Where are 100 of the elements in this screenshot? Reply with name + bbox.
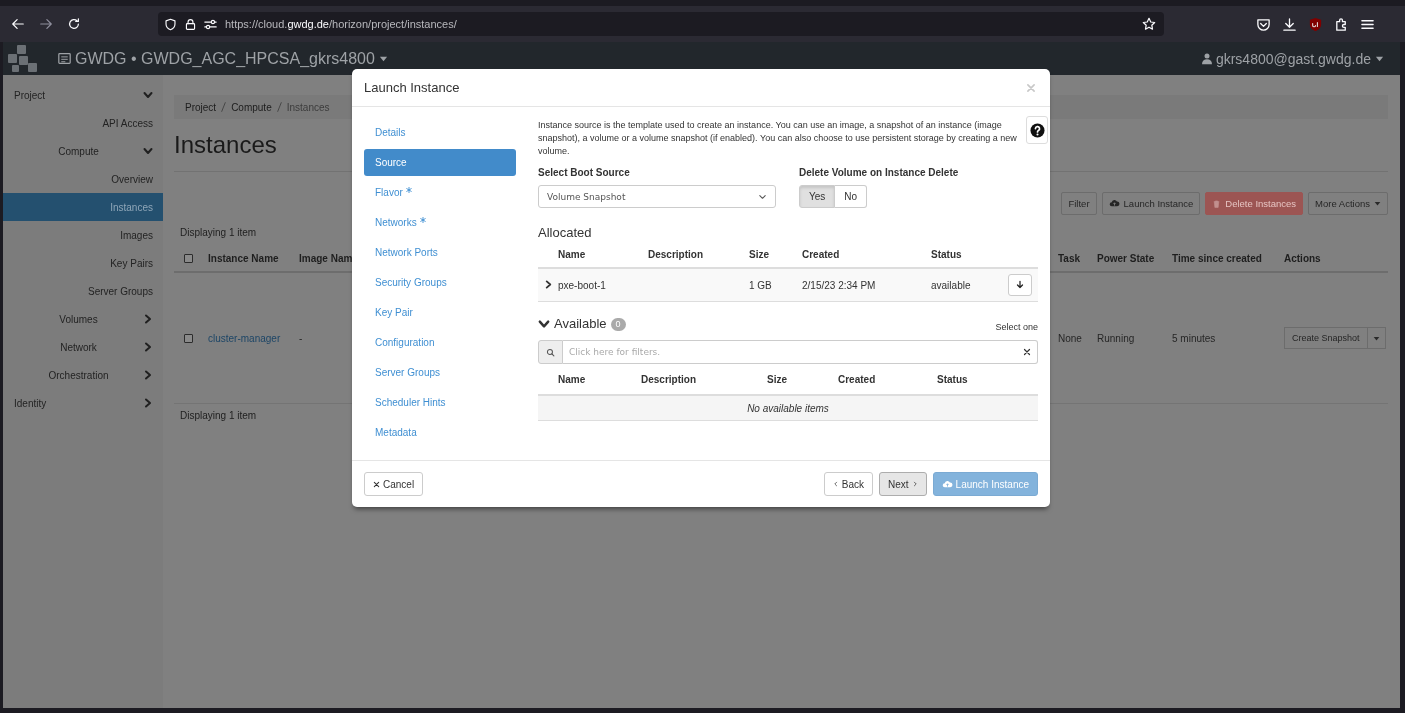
wizard-step[interactable]: Flavor [364,179,516,206]
address-bar[interactable]: https://cloud.gwdg.de/horizon/project/instances/ [158,12,1164,36]
back-arrow-icon[interactable] [11,17,25,31]
trash-icon [1212,198,1222,209]
project-menu[interactable]: GWDG • GWDG_AGC_HPCSA_gkrs4800 [58,49,388,68]
table-cell: None [1058,332,1082,344]
section-title: Available [554,316,607,332]
caret-icon [1374,200,1381,207]
toggle-option[interactable]: No [835,185,868,208]
section-title: Allocated [538,225,593,241]
reload-icon[interactable] [67,17,81,31]
column-header: Status [931,248,963,260]
column-header: Power State [1097,252,1155,264]
column-header: Name [558,373,587,385]
help-button[interactable] [1026,116,1048,144]
sidebar-section[interactable]: Project [3,81,163,109]
star-icon[interactable] [1142,17,1156,31]
wizard-step[interactable]: Server Groups [364,359,516,386]
table-cell-text: 1 GB [749,279,773,291]
sidebar-group[interactable]: Compute [3,137,163,165]
shield-icon [164,17,177,31]
column-header: Created [802,248,841,260]
page-title: Instances [174,130,277,160]
checkbox[interactable] [184,253,193,263]
sidebar-item[interactable]: Instances [3,193,163,221]
arrow-down-icon [1015,280,1025,290]
launch-button[interactable]: Launch Instance [1101,192,1201,215]
wizard-step[interactable]: Network Ports [364,239,516,266]
breadcrumb-link[interactable]: Compute [231,101,272,113]
shield-extension-icon[interactable] [1308,16,1323,32]
lock-icon [184,17,197,31]
sidebar-group[interactable]: Volumes [3,305,163,333]
column-header: Status [937,373,969,385]
toggle-option[interactable]: Yes [799,185,836,208]
download-icon[interactable] [1282,16,1297,32]
wizard-step[interactable]: Configuration [364,329,516,356]
sidebar-group[interactable]: Orchestration [3,361,163,389]
table-cell: 5 minutes [1172,332,1216,344]
sliders-icon [204,17,217,31]
help-text: Instance source is the template used to create an instance. You can use an image, a snapshot of an instance (image snapshot), a volume or a volume snapshot (if enabled). You can also choose to use persistent storage by creating a new volume. [538,119,1018,158]
instance-link[interactable]: cluster-manager [208,332,281,344]
caret-icon [1375,54,1384,63]
cancel-button[interactable]: Cancel [364,472,424,496]
slash-icon [220,101,228,113]
field-label: Delete Volume on Instance Delete [799,167,959,179]
column-header: Time since created [1172,252,1262,264]
wizard-step[interactable]: Scheduler Hints [364,389,516,416]
column-header: Name [558,248,587,260]
sidebar-item[interactable]: Images [3,221,163,249]
caret-icon [378,54,388,63]
sidebar-item[interactable]: Overview [3,165,163,193]
next-button[interactable]: Next [879,472,927,496]
column-header: Size [749,248,770,260]
wizard-step[interactable]: Source [364,149,516,176]
sidebar-section[interactable]: Identity [3,389,163,417]
user-menu[interactable]: gkrs4800@gast.gwdg.de [1201,50,1384,67]
chevron-right-icon[interactable] [544,279,553,289]
wizard-step[interactable]: Security Groups [364,269,516,296]
empty-message: No available items [747,402,829,414]
back-button[interactable]: Back [823,472,874,496]
checkbox[interactable] [184,333,193,343]
sidebar-item[interactable]: Server Groups [3,277,163,305]
column-header: Description [648,248,704,260]
forward-arrow-icon[interactable] [39,17,53,31]
pocket-icon[interactable] [1256,16,1271,32]
column-header: Description [641,373,697,385]
move-down-button[interactable] [1008,274,1032,296]
wizard-step[interactable]: Metadata [364,419,516,446]
table-cell-text: available [931,279,972,291]
slash-icon [275,101,283,113]
breadcrumb-link[interactable]: Project [185,101,217,113]
create-snapshot-button[interactable]: Create Snapshot [1284,327,1368,349]
filter-field[interactable]: Click here for filters. [563,340,1038,364]
column-header: Image Nam [299,252,353,264]
project-icon [58,52,71,65]
close-icon [373,480,380,488]
sidebar-item[interactable]: API Access [3,109,163,137]
table-cell: - [299,332,303,344]
logo-icon[interactable] [8,44,38,73]
help-icon [1029,122,1045,138]
puzzle-icon[interactable] [1334,16,1349,32]
column-header: Created [838,373,877,385]
more-actions-button[interactable]: More Actions [1308,192,1388,215]
column-header: Size [767,373,788,385]
wizard-step[interactable]: Networks [364,209,516,236]
filter-button[interactable]: Filter [1061,192,1097,215]
wizard-step[interactable]: Details [364,119,516,146]
column-header: Task [1058,252,1081,264]
field-label: Select Boot Source [538,167,631,179]
search-icon [546,347,555,357]
count-badge: 0 [610,317,626,331]
chevron-down-icon[interactable] [538,318,550,330]
chevron-left-icon [832,480,839,488]
sidebar-group[interactable]: Network [3,333,163,361]
modal-title: Launch Instance [364,80,460,95]
wizard-step[interactable]: Key Pair [364,299,516,326]
item-count: Displaying 1 item [179,410,257,422]
sidebar-item[interactable]: Key Pairs [3,249,163,277]
boot-source-select[interactable]: Volume Snapshot [538,185,776,208]
chevron-down-icon [758,192,767,201]
